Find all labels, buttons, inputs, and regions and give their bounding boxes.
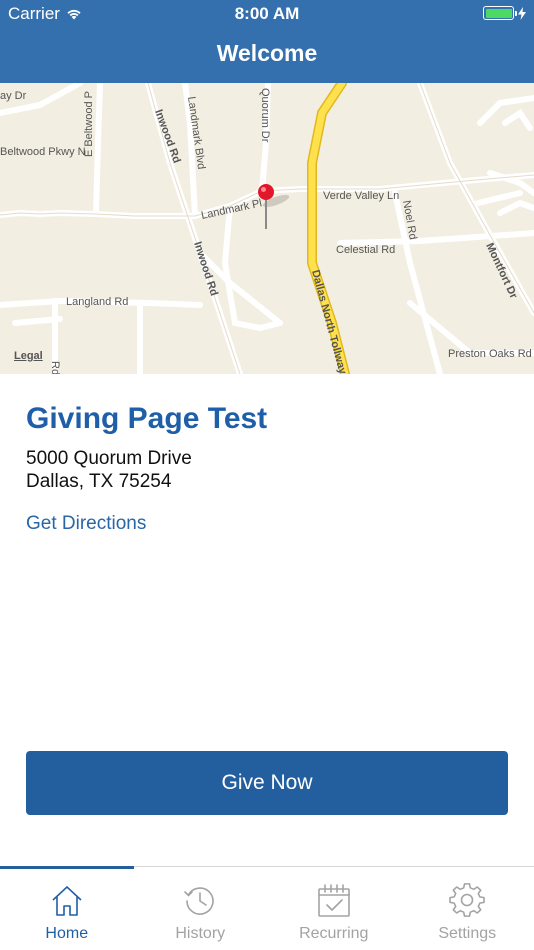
get-directions-link[interactable]: Get Directions <box>26 513 146 535</box>
battery-indicator <box>483 6 526 20</box>
map-street-label: Dallas North Tollway <box>309 269 349 374</box>
status-bar: Carrier 8:00 AM <box>0 0 534 28</box>
map-street-label: Celestial Rd <box>336 244 395 256</box>
tab-settings[interactable]: Settings <box>401 867 534 950</box>
gear-icon <box>449 883 486 917</box>
tab-bar: Home History Recurring Settings <box>0 866 534 950</box>
page-title: Welcome <box>216 40 318 66</box>
give-now-label: Give Now <box>221 771 313 794</box>
map-legal-link[interactable]: Legal <box>14 350 43 362</box>
battery-icon <box>483 6 517 20</box>
tab-home[interactable]: Home <box>0 867 134 950</box>
calendar-check-icon <box>317 884 350 917</box>
tab-recurring[interactable]: Recurring <box>267 867 401 950</box>
address-line-2: Dallas, TX 75254 <box>26 471 172 492</box>
give-now-button[interactable]: Give Now <box>26 751 508 815</box>
charging-bolt-icon <box>518 6 526 20</box>
map-street-label: Verde Valley Ln <box>323 190 399 202</box>
map-street-label: Beltwood Pkwy N <box>0 146 86 158</box>
tab-label: Recurring <box>299 925 369 942</box>
status-time: 8:00 AM <box>234 4 300 23</box>
map-street-label: ay Dr <box>0 90 27 102</box>
tab-label: History <box>175 925 226 942</box>
map-street-label: Langland Rd <box>66 296 128 308</box>
home-icon <box>52 886 82 916</box>
map-street-label: Rd <box>49 361 61 374</box>
tab-history[interactable]: History <box>134 867 268 950</box>
tab-label: Home <box>45 925 89 942</box>
map-street-label: Preston Oaks Rd <box>448 348 532 360</box>
history-icon <box>184 887 215 915</box>
address-line-1: 5000 Quorum Drive <box>26 448 192 469</box>
tab-label: Settings <box>438 925 497 942</box>
map-street-label: Quorum Dr <box>259 88 271 143</box>
location-map[interactable]: ay Dr E Beltwood P Beltwood Pkwy N Inwoo… <box>0 83 534 374</box>
location-name: Giving Page Test <box>26 402 268 435</box>
nav-header: Carrier 8:00 AM Welcome <box>0 0 534 83</box>
